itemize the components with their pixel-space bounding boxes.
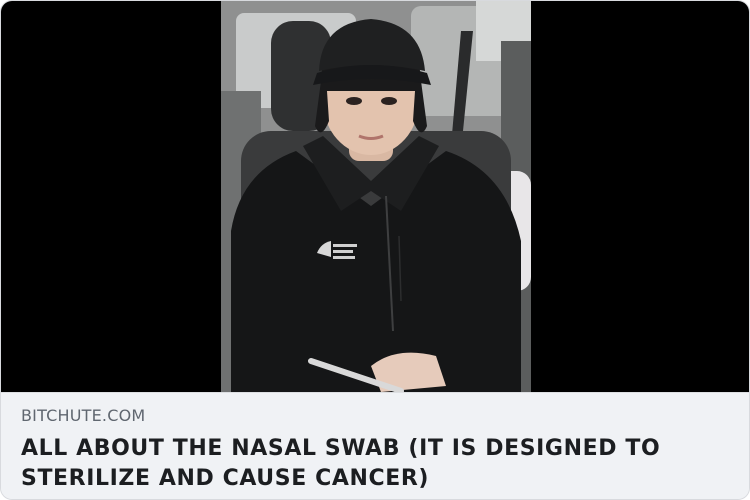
- link-title[interactable]: ALL ABOUT THE NASAL SWAB (IT IS DESIGNED…: [21, 434, 731, 494]
- link-meta[interactable]: BITCHUTE.COM ALL ABOUT THE NASAL SWAB (I…: [1, 392, 749, 499]
- thumbnail-image: [221, 1, 531, 392]
- link-domain: BITCHUTE.COM: [21, 406, 146, 425]
- link-preview-card[interactable]: BITCHUTE.COM ALL ABOUT THE NASAL SWAB (I…: [0, 0, 750, 500]
- video-thumbnail[interactable]: [1, 1, 749, 392]
- thumbnail-frame: [221, 1, 531, 392]
